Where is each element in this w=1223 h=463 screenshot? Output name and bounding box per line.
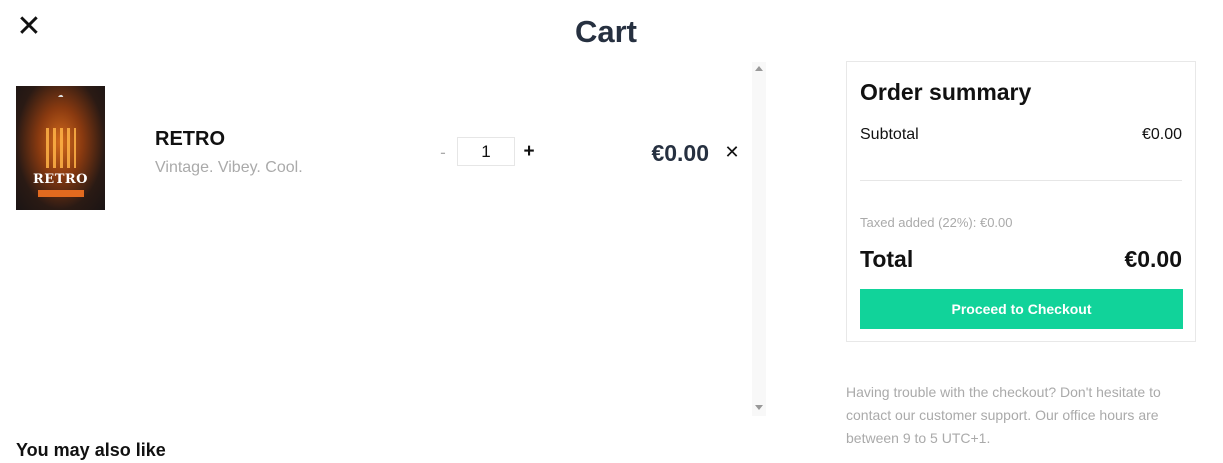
total-value: €0.00 <box>1124 246 1182 272</box>
cart-item: ☁ RETRO RETRO Vintage. Vibey. Cool. - 1 … <box>0 62 750 212</box>
brand-logo-icon: ☁ <box>57 93 64 99</box>
total-label: Total <box>860 246 914 272</box>
scroll-up-arrow-icon[interactable] <box>755 66 763 71</box>
quantity-decrease-button[interactable]: - <box>436 142 450 164</box>
cart-item-list: ☁ RETRO RETRO Vintage. Vibey. Cool. - 1 … <box>0 62 766 416</box>
order-summary-panel: Order summary Subtotal €0.00 Taxed added… <box>846 61 1196 342</box>
proceed-to-checkout-button[interactable]: Proceed to Checkout <box>860 289 1183 329</box>
product-thumbnail[interactable]: ☁ RETRO <box>16 86 105 210</box>
subtotal-value: €0.00 <box>1141 126 1182 143</box>
product-name[interactable]: RETRO <box>155 128 225 151</box>
tax-note: Taxed added (22%): €0.00 <box>860 215 1013 230</box>
thumbnail-strip <box>38 190 84 197</box>
quantity-input[interactable]: 1 <box>457 137 515 166</box>
product-description: Vintage. Vibey. Cool. <box>155 159 303 176</box>
order-summary-title: Order summary <box>860 79 1032 105</box>
summary-divider <box>860 180 1182 181</box>
thumbnail-title: RETRO <box>32 172 88 187</box>
thumbnail-artwork <box>46 128 76 168</box>
quantity-increase-button[interactable]: + <box>520 141 538 163</box>
subtotal-label: Subtotal <box>860 126 919 143</box>
scroll-down-arrow-icon[interactable] <box>755 405 763 410</box>
product-price: €0.00 <box>651 140 709 166</box>
remove-item-icon[interactable]: ✕ <box>722 141 742 165</box>
checkout-help-text: Having trouble with the checkout? Don't … <box>846 384 1161 446</box>
page-title: Cart <box>574 14 637 49</box>
upsell-heading: You may also like <box>16 440 166 460</box>
cart-scrollbar[interactable] <box>752 62 766 416</box>
